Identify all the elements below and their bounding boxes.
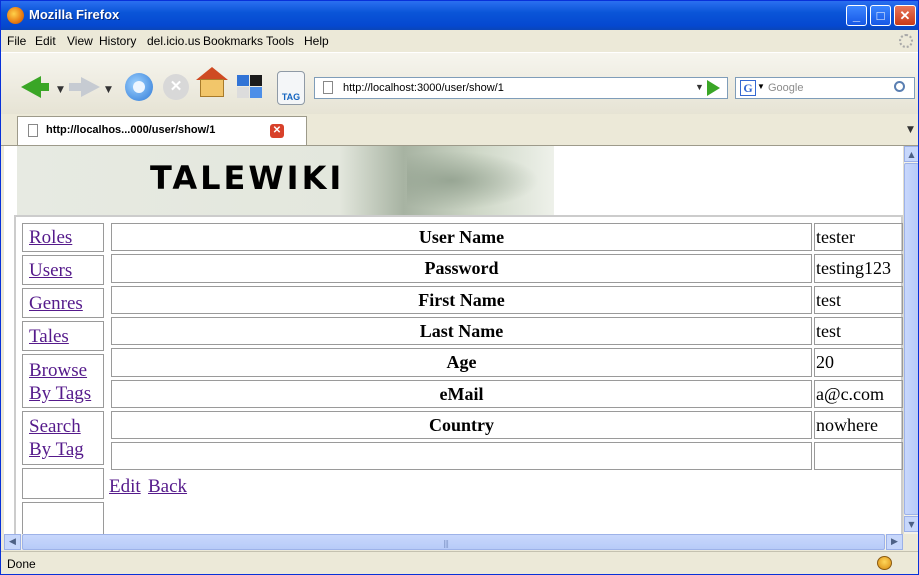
nav-link-browse[interactable]: Browse [29,359,87,382]
nav-link-search[interactable]: Search [29,415,81,438]
search-input[interactable]: Google [768,82,803,94]
back-button[interactable] [37,83,49,91]
title-bar: Mozilla Firefox _ □ ✕ [1,1,918,30]
status-text: Done [7,557,36,571]
nav-link-roles[interactable]: Roles [29,226,72,249]
throbber-icon [899,34,913,48]
forward-history-dropdown[interactable]: ▼ [105,85,112,95]
nav-link-by-tag[interactable]: By Tag [29,438,84,461]
address-bar[interactable]: http://localhost:3000/user/show/1 ▼ [314,77,728,99]
nav-link-by-tags[interactable]: By Tags [29,382,91,405]
field-label-password: Password [111,254,812,283]
field-value-password: testing123 [814,254,903,283]
close-window-button[interactable]: ✕ [894,5,916,26]
menu-view[interactable]: View [67,34,93,48]
vertical-scroll-thumb[interactable] [904,163,918,515]
field-value-user-name: tester [814,223,903,251]
close-tab-icon[interactable]: ✕ [270,124,284,138]
field-value-email: a@c.com [814,380,903,408]
google-engine-icon[interactable]: G [740,80,756,96]
go-icon[interactable] [707,80,720,96]
nav-link-users[interactable]: Users [29,259,72,282]
tab-title[interactable]: http://localhos...000/user/show/1 [46,124,215,136]
tab-strip: http://localhos...000/user/show/1 ✕ ▼ [1,114,918,146]
home-icon[interactable] [200,79,224,97]
minimize-button[interactable]: _ [846,5,867,26]
reload-icon[interactable] [125,73,153,101]
tab-page-icon [28,124,38,137]
vertical-scrollbar[interactable]: ▲ ▼ [903,146,918,534]
scroll-down-button[interactable]: ▼ [904,516,918,532]
field-value-empty [814,442,903,470]
url-text[interactable]: http://localhost:3000/user/show/1 [343,82,504,94]
maximize-button[interactable]: □ [870,5,891,26]
menu-help[interactable]: Help [304,34,329,48]
field-label-last-name: Last Name [111,317,812,345]
talewiki-banner: TALEWIKI [17,146,554,215]
firefox-window: Mozilla Firefox _ □ ✕ File Edit View His… [0,0,919,575]
nav-cell-empty [22,502,104,534]
menu-edit[interactable]: Edit [35,34,56,48]
field-label-empty [111,442,812,470]
scroll-up-button[interactable]: ▲ [904,146,918,162]
menu-delicious[interactable]: del.icio.us [147,34,200,48]
field-label-user-name: User Name [111,223,812,251]
firefox-icon [7,7,24,24]
engine-dropdown-icon[interactable]: ▼ [757,82,765,91]
scroll-left-button[interactable]: ◀ [4,534,21,550]
url-dropdown-icon[interactable]: ▼ [695,82,704,92]
nav-cell-empty [22,468,104,499]
field-label-email: eMail [111,380,812,408]
menu-file[interactable]: File [7,34,26,48]
menu-history[interactable]: History [99,34,136,48]
status-bar: Done [1,551,918,574]
tab-list-dropdown[interactable]: ▼ [907,125,914,135]
menu-bar: File Edit View History del.icio.us Bookm… [1,30,918,52]
nav-cell-search-by-tag: Search By Tag [22,411,104,465]
delicious-grid-icon[interactable] [237,75,263,99]
field-value-country: nowhere [814,411,903,439]
nav-link-tales[interactable]: Tales [29,325,69,348]
field-label-age: Age [111,348,812,377]
scroll-right-button[interactable]: ▶ [886,534,903,550]
back-link[interactable]: Back [148,476,187,498]
horizontal-scrollbar[interactable]: ◀ ||| ▶ [4,534,903,550]
site-logo: TALEWIKI [150,159,345,197]
nav-cell-roles: Roles [22,223,104,252]
forward-arrow-icon[interactable] [81,77,100,97]
field-label-country: Country [111,411,812,439]
page-icon [323,81,333,94]
search-icon[interactable] [894,81,905,92]
tab-user-show[interactable]: http://localhos...000/user/show/1 ✕ [17,116,307,145]
scroll-grip-icon: ||| [443,539,449,548]
navigation-toolbar: ▼ ▼ ✕ TAG http://localhost:3000/user/sho… [1,52,918,115]
menu-tools[interactable]: Tools [266,34,294,48]
back-history-dropdown[interactable]: ▼ [57,85,64,95]
field-label-first-name: First Name [111,286,812,314]
edit-link[interactable]: Edit [109,476,141,498]
status-addon-icon[interactable] [877,556,892,570]
tag-button[interactable]: TAG [277,71,305,105]
nav-cell-genres: Genres [22,288,104,318]
field-value-age: 20 [814,348,903,377]
field-value-last-name: test [814,317,903,345]
nav-link-genres[interactable]: Genres [29,292,83,315]
search-bar[interactable]: G ▼ Google [735,77,915,99]
horizontal-scroll-thumb[interactable]: ||| [22,534,885,550]
page-content: TALEWIKI Roles Users Genres Tales Browse… [4,146,903,534]
field-value-first-name: test [814,286,903,314]
nav-cell-browse-by-tags: Browse By Tags [22,354,104,408]
stop-icon[interactable]: ✕ [163,74,189,100]
menu-bookmarks[interactable]: Bookmarks [203,34,263,48]
window-title: Mozilla Firefox [29,7,120,22]
nav-cell-tales: Tales [22,321,104,351]
nav-cell-users: Users [22,255,104,285]
